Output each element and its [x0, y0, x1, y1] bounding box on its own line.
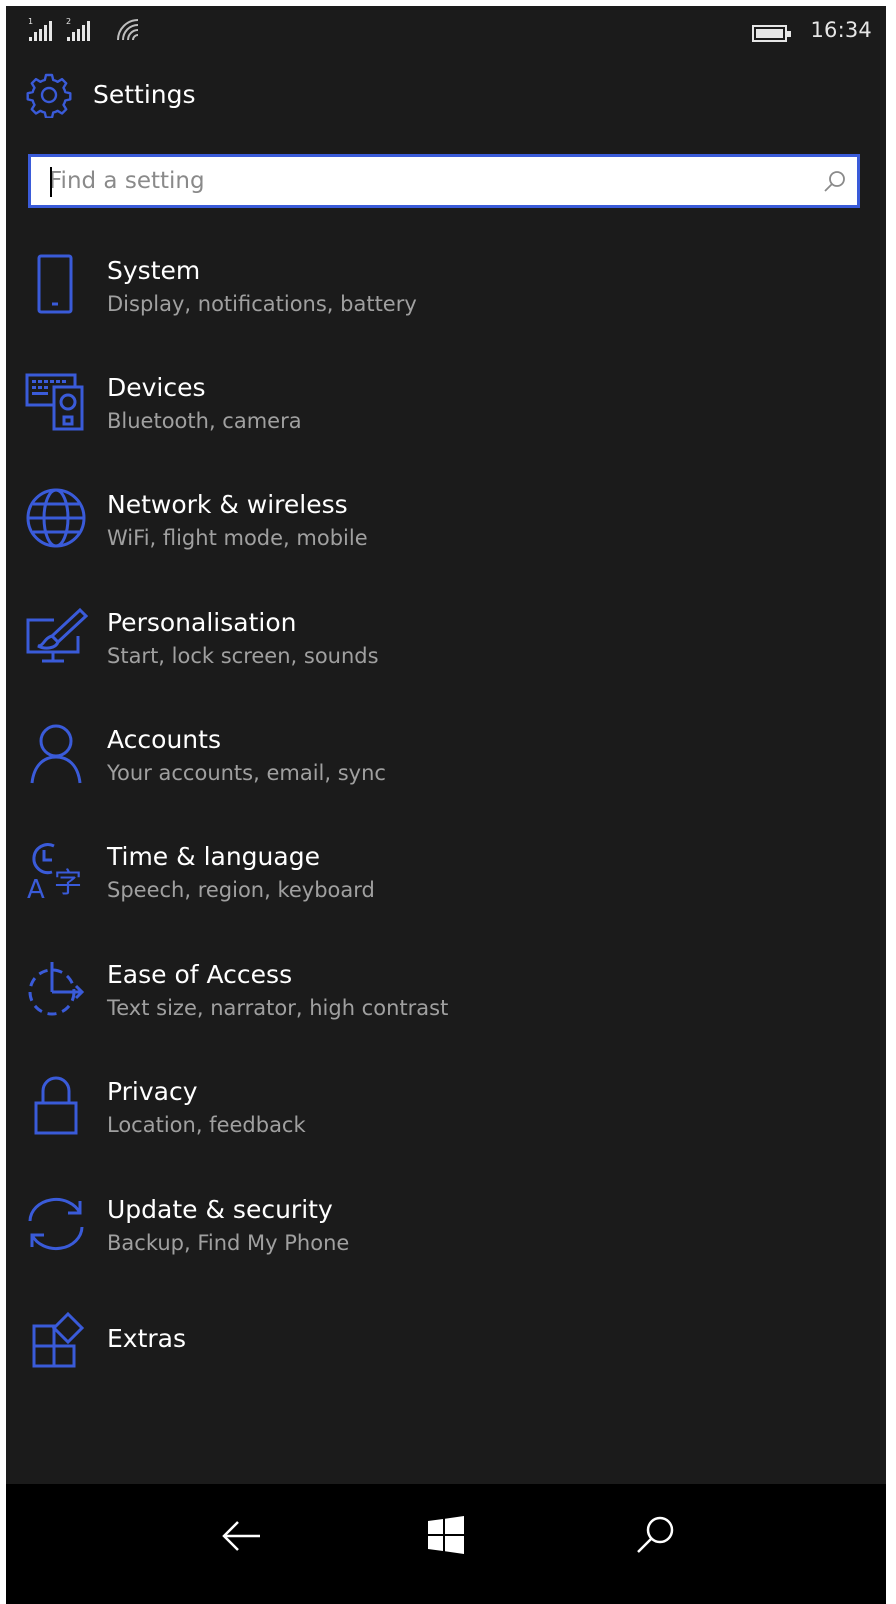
globe-icon: [24, 486, 88, 550]
signal-sim2-icon: 2: [66, 16, 96, 42]
extras-tiles-icon: [24, 1308, 88, 1372]
settings-item-accounts[interactable]: Accounts Your accounts, email, sync: [6, 707, 886, 811]
monitor-brush-icon: [24, 604, 88, 668]
settings-item-label: System: [107, 256, 201, 285]
status-bar: 1 2 16:34: [6, 6, 886, 52]
sync-arrows-icon: [24, 1191, 88, 1255]
svg-text:A: A: [27, 875, 45, 902]
page-header: Settings: [6, 68, 886, 122]
settings-item-update-security[interactable]: Update & security Backup, Find My Phone: [6, 1177, 886, 1281]
lock-icon: [24, 1073, 88, 1137]
settings-item-ease-of-access[interactable]: Ease of Access Text size, narrator, high…: [6, 942, 886, 1046]
settings-item-label: Extras: [107, 1324, 187, 1353]
keyboard-speaker-icon: [24, 369, 88, 433]
settings-item-extras[interactable]: Extras: [6, 1294, 886, 1398]
phone-screen: 1 2 16:34 Settings Find a setting System…: [6, 6, 886, 1604]
settings-item-label: Privacy: [107, 1077, 198, 1106]
ease-of-access-icon: [24, 956, 88, 1020]
search-box[interactable]: [28, 154, 860, 208]
sim2-number: 2: [66, 17, 71, 26]
settings-item-time-language[interactable]: A 字 Time & language Speech, region, keyb…: [6, 824, 886, 928]
settings-item-description: Bluetooth, camera: [107, 409, 302, 433]
wifi-icon: [114, 16, 142, 42]
search-icon[interactable]: [823, 169, 847, 197]
clock-language-icon: A 字: [24, 838, 88, 902]
settings-item-label: Time & language: [107, 842, 320, 871]
settings-item-system[interactable]: System Display, notifications, battery: [6, 238, 886, 342]
settings-item-personalisation[interactable]: Personalisation Start, lock screen, soun…: [6, 590, 886, 694]
settings-item-description: Text size, narrator, high contrast: [107, 996, 449, 1020]
settings-item-description: Speech, region, keyboard: [107, 878, 375, 902]
battery-icon: [752, 25, 792, 47]
back-arrow-icon: [222, 1521, 260, 1551]
person-icon: [24, 721, 88, 785]
signal-sim1-icon: 1: [28, 16, 58, 42]
back-button[interactable]: [212, 1506, 272, 1566]
search-icon: [637, 1516, 674, 1553]
windows-logo-icon: [428, 1516, 464, 1554]
settings-item-label: Ease of Access: [107, 960, 293, 989]
status-time: 16:34: [810, 18, 872, 42]
settings-item-label: Accounts: [107, 725, 221, 754]
settings-item-label: Network & wireless: [107, 490, 348, 519]
text-cursor: [50, 167, 52, 197]
settings-item-privacy[interactable]: Privacy Location, feedback: [6, 1059, 886, 1163]
settings-item-description: Location, feedback: [107, 1113, 306, 1137]
settings-item-label: Update & security: [107, 1195, 333, 1224]
start-button[interactable]: [416, 1506, 476, 1566]
navigation-bar: [6, 1484, 886, 1604]
settings-item-devices[interactable]: Devices Bluetooth, camera: [6, 355, 886, 459]
settings-item-label: Devices: [107, 373, 206, 402]
sim1-number: 1: [28, 17, 33, 26]
settings-item-description: Your accounts, email, sync: [107, 761, 386, 785]
phone-icon: [24, 252, 88, 316]
page-title: Settings: [93, 80, 196, 109]
search-button[interactable]: [626, 1506, 686, 1566]
settings-item-label: Personalisation: [107, 608, 297, 637]
settings-item-network[interactable]: Network & wireless WiFi, flight mode, mo…: [6, 472, 886, 576]
svg-text:字: 字: [54, 866, 82, 899]
settings-item-description: WiFi, flight mode, mobile: [107, 526, 368, 550]
search-input[interactable]: [49, 163, 809, 199]
settings-item-description: Backup, Find My Phone: [107, 1231, 350, 1255]
settings-item-description: Display, notifications, battery: [107, 292, 417, 316]
gear-icon: [26, 72, 72, 122]
settings-item-description: Start, lock screen, sounds: [107, 644, 379, 668]
